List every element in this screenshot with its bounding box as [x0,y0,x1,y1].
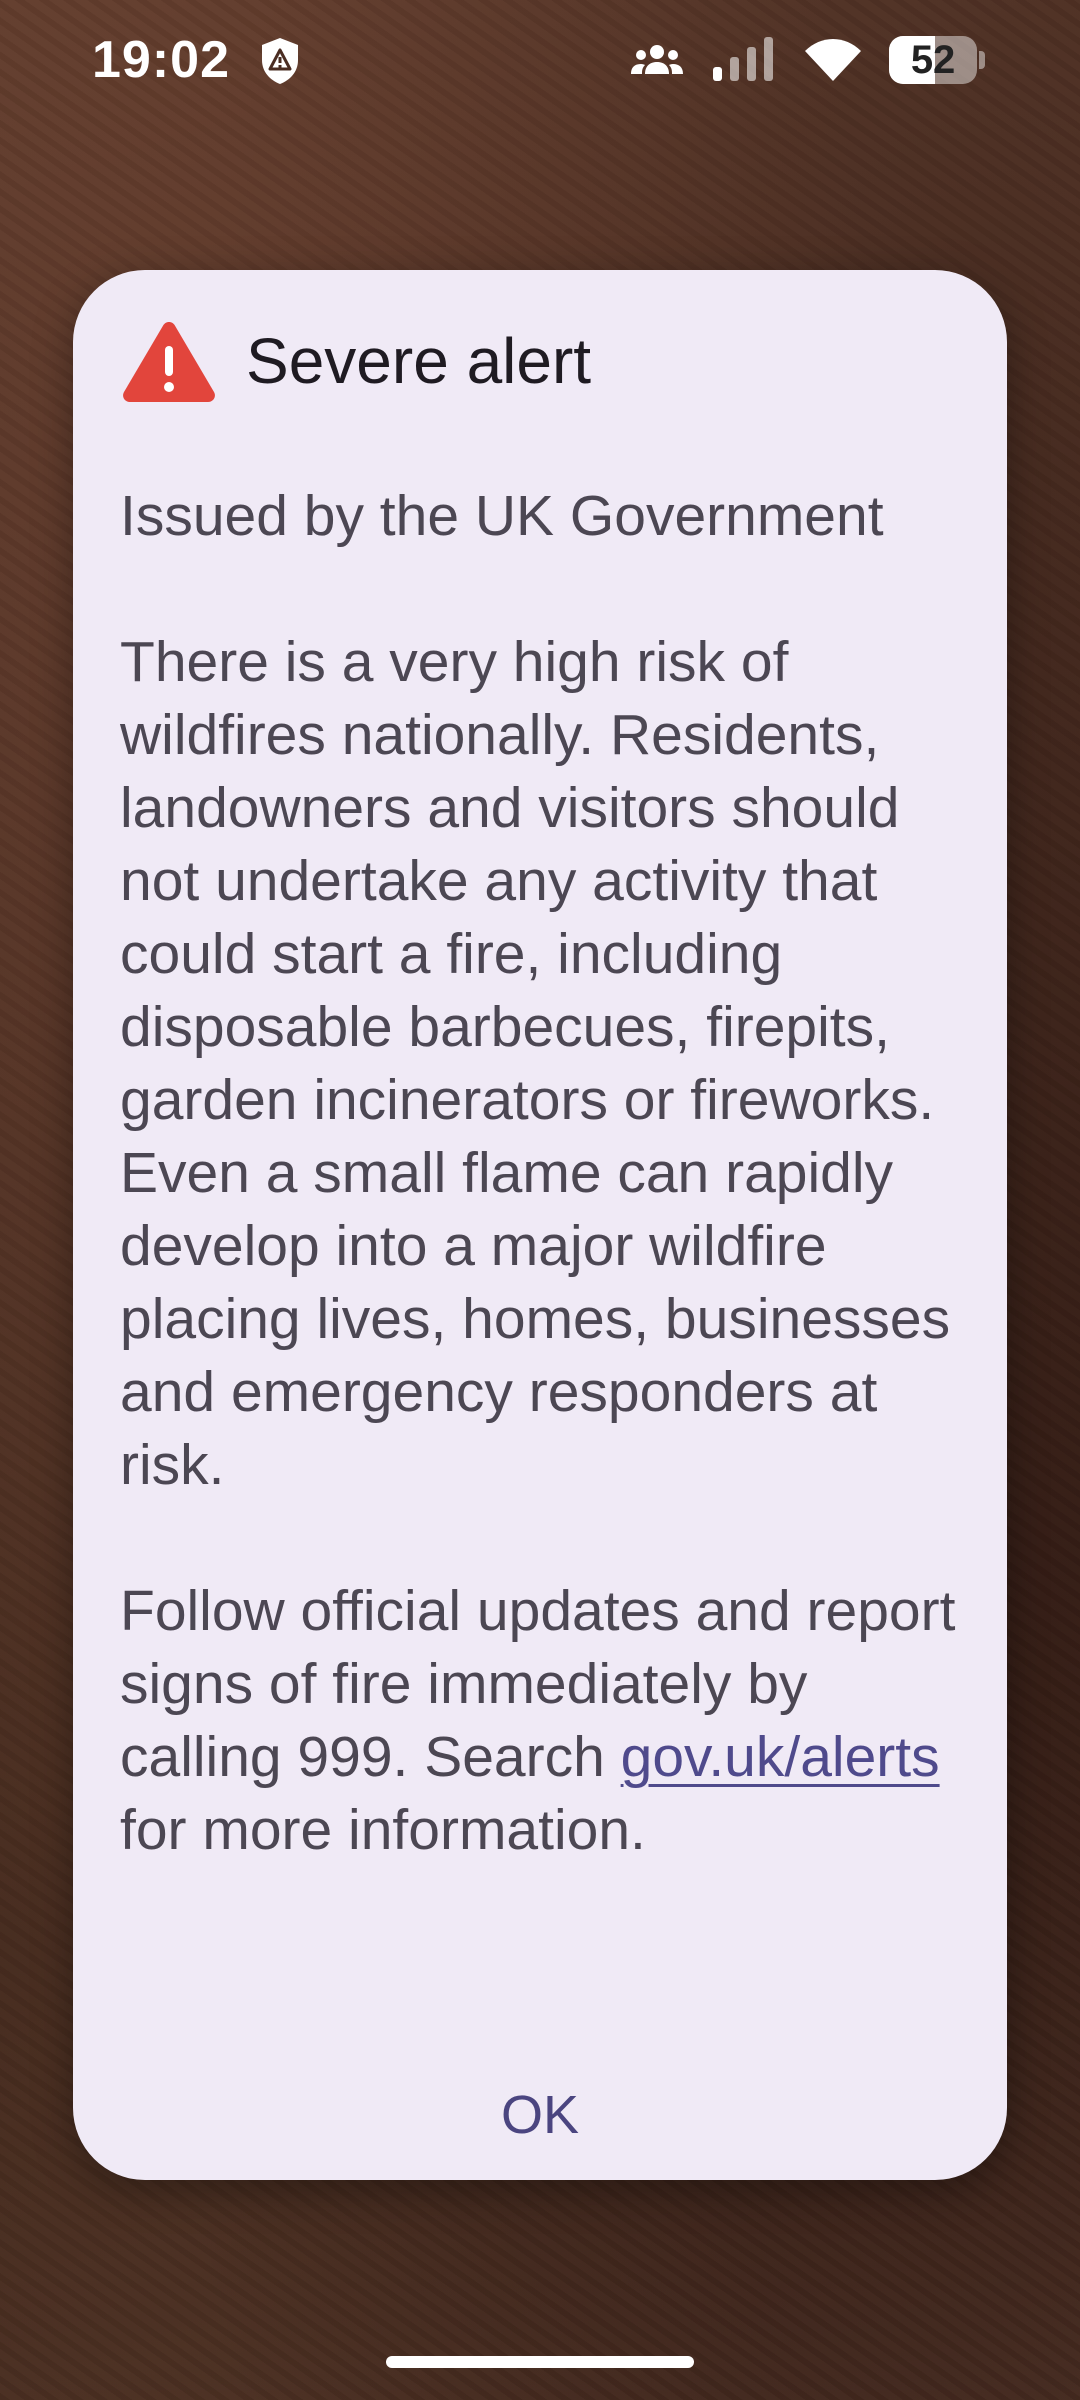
alert-message: There is a very high risk of wildfires n… [120,630,951,1497]
status-bar: 19:02 52 [0,0,1080,120]
home-indicator[interactable] [386,2356,694,2368]
status-icons: 52 [629,30,985,90]
battery-icon: 52 [889,35,985,85]
alert-dialog: Severe alert Issued by the UK Government… [73,270,1007,2180]
status-time: 19:02 [92,31,230,89]
signal-icon [713,37,773,81]
dialog-title: Severe alert [246,325,592,397]
ok-button[interactable]: OK [440,2070,640,2160]
battery-level: 52 [910,37,956,82]
issuer-text: Issued by the UK Government [120,484,884,548]
dialog-body: Issued by the UK Government There is a v… [120,480,980,1940]
alert-instructions: Follow official updates and report signs… [120,1575,980,1867]
instructions-text-end: for more information. [120,1798,646,1862]
alert-shield-icon [262,38,298,84]
wifi-icon [805,39,861,81]
group-icon [631,45,683,74]
gov-alerts-link[interactable]: gov.uk/alerts [621,1725,940,1789]
warning-triangle-icon [123,322,215,402]
dialog-header: Severe alert [120,318,591,404]
